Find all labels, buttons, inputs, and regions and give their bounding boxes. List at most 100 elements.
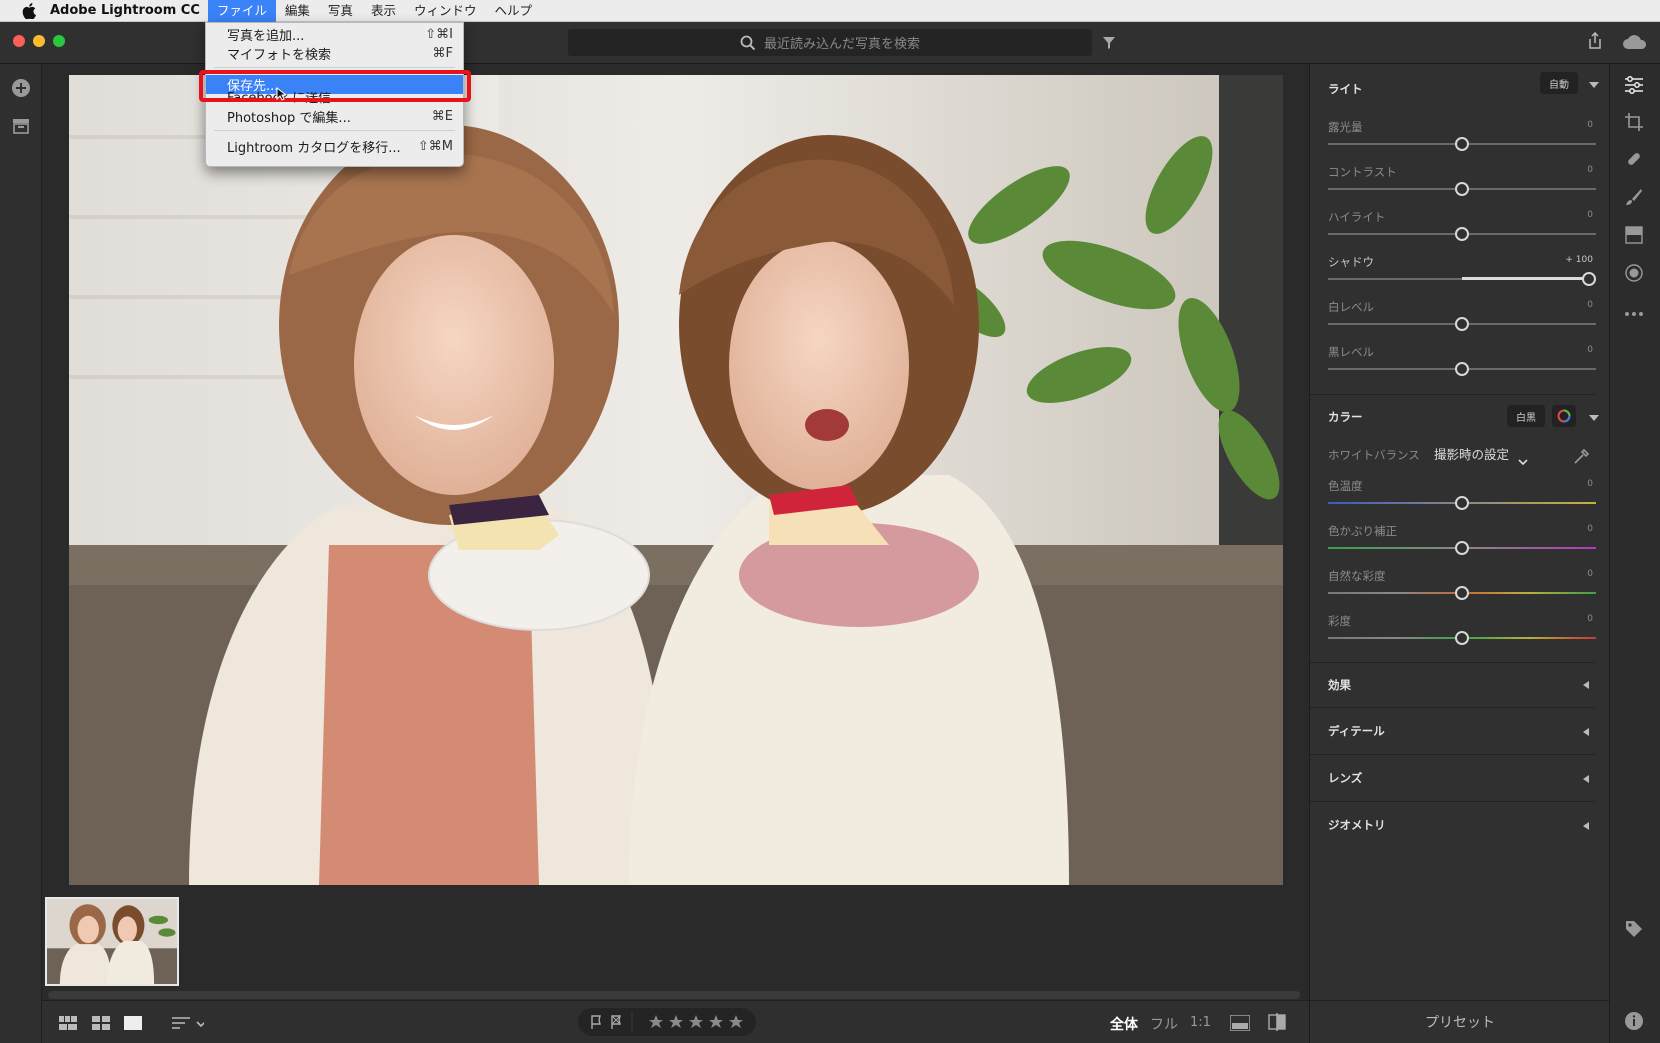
compare-icon[interactable] <box>1268 1013 1286 1035</box>
effects-section-title[interactable]: 効果 <box>1328 677 1351 693</box>
color-section-title[interactable]: カラー <box>1328 409 1363 425</box>
saturation-value: 0 <box>1587 614 1593 624</box>
shadows-slider-knob[interactable] <box>1582 272 1596 286</box>
single-view-icon[interactable] <box>124 1015 142 1034</box>
temperature-slider-knob[interactable] <box>1455 496 1469 510</box>
menu-item-shortcut: ⌘E <box>431 109 453 124</box>
light-section-title[interactable]: ライト <box>1328 81 1363 97</box>
info-icon[interactable] <box>1624 1011 1644 1035</box>
zoom-fill-button[interactable]: フル <box>1150 1014 1178 1034</box>
library-icon[interactable] <box>12 118 30 138</box>
tag-icon[interactable] <box>1625 920 1643 942</box>
temperature-value: 0 <box>1587 479 1593 489</box>
zoom-1to1-button[interactable]: 1:1 <box>1190 1015 1211 1030</box>
effects-expand-icon[interactable] <box>1583 681 1589 689</box>
menu-separator <box>214 130 455 131</box>
highlights-value: 0 <box>1587 210 1593 220</box>
shadows-label: シャドウ <box>1328 255 1374 269</box>
detail-section-title[interactable]: ディテール <box>1328 723 1385 739</box>
brush-icon[interactable] <box>1625 188 1643 210</box>
exposure-slider-knob[interactable] <box>1455 137 1469 151</box>
light-collapse-icon[interactable] <box>1589 82 1599 88</box>
vibrance-value: 0 <box>1587 569 1593 579</box>
white-balance-dropdown[interactable]: 撮影時の設定 <box>1434 444 1509 463</box>
chevron-down-icon[interactable] <box>1518 451 1528 470</box>
filter-icon[interactable] <box>1102 35 1116 54</box>
color-mixer-button[interactable] <box>1552 405 1576 427</box>
highlights-label: ハイライト <box>1328 210 1386 224</box>
menu-file[interactable]: ファイル <box>207 0 276 22</box>
menu-item-label: Photoshop で編集... <box>227 111 351 126</box>
auto-button[interactable]: 自動 <box>1540 72 1578 94</box>
menu-item-shortcut: ⇧⌘M <box>417 139 453 154</box>
add-photos-icon[interactable] <box>11 78 31 102</box>
bw-button[interactable]: 白黒 <box>1507 405 1545 427</box>
eyedropper-icon[interactable] <box>1573 447 1591 469</box>
menu-item-search-photos[interactable]: マイフォトを検索 ⌘F <box>206 44 463 63</box>
menu-item-label: 写真を追加... <box>227 29 305 44</box>
menu-view[interactable]: 表示 <box>362 0 405 22</box>
app-name[interactable]: Adobe Lightroom CC <box>50 3 200 18</box>
blacks-slider-knob[interactable] <box>1455 362 1469 376</box>
contrast-slider-knob[interactable] <box>1455 182 1469 196</box>
filmstrip <box>42 890 1309 1000</box>
whites-label: 白レベル <box>1328 300 1374 314</box>
apple-icon[interactable] <box>18 0 40 22</box>
geometry-section-title[interactable]: ジオメトリ <box>1328 817 1386 833</box>
crop-icon[interactable] <box>1625 113 1643 135</box>
highlight-annotation-box <box>199 70 471 102</box>
photo-thumbnail[interactable] <box>45 897 179 986</box>
whites-slider-knob[interactable] <box>1455 317 1469 331</box>
lens-section-title[interactable]: レンズ <box>1328 770 1362 786</box>
sort-icon[interactable] <box>172 1016 206 1035</box>
lens-expand-icon[interactable] <box>1583 775 1589 783</box>
edit-sliders-icon[interactable] <box>1624 76 1644 98</box>
color-collapse-icon[interactable] <box>1589 415 1599 421</box>
menu-item-add-photos[interactable]: 写真を追加... ⇧⌘I <box>206 25 463 44</box>
vibrance-slider-knob[interactable] <box>1455 586 1469 600</box>
radial-gradient-icon[interactable] <box>1625 264 1643 286</box>
exposure-label: 露光量 <box>1328 120 1363 134</box>
healing-brush-icon[interactable] <box>1625 150 1643 172</box>
square-grid-icon[interactable] <box>59 1015 77 1034</box>
search-icon <box>740 35 764 51</box>
menu-photo[interactable]: 写真 <box>319 0 362 22</box>
main-photo[interactable] <box>69 75 1283 885</box>
menu-window[interactable]: ウィンドウ <box>405 0 486 22</box>
tint-slider-knob[interactable] <box>1455 541 1469 555</box>
zoom-window-button[interactable] <box>53 35 65 47</box>
blacks-label: 黒レベル <box>1328 345 1374 359</box>
presets-button[interactable]: プリセット <box>1310 1012 1610 1032</box>
geometry-expand-icon[interactable] <box>1583 822 1589 830</box>
saturation-label: 彩度 <box>1328 614 1351 628</box>
rating-flag-bar <box>578 1008 756 1036</box>
detail-expand-icon[interactable] <box>1583 728 1589 736</box>
section-divider <box>1310 754 1595 755</box>
menu-help[interactable]: ヘルプ <box>485 0 541 22</box>
section-divider <box>1310 662 1595 663</box>
filmstrip-scrollbar[interactable] <box>48 991 1300 999</box>
cloud-icon[interactable] <box>1622 34 1648 54</box>
minimize-window-button[interactable] <box>33 35 45 47</box>
more-options-icon[interactable] <box>1624 302 1644 321</box>
photo-viewer <box>42 64 1309 1000</box>
search-box[interactable]: 最近読み込んだ写真を検索 <box>568 29 1092 56</box>
menu-item-shortcut: ⌘F <box>432 46 453 61</box>
mouse-cursor-icon <box>276 86 288 105</box>
close-window-button[interactable] <box>13 35 25 47</box>
search-placeholder: 最近読み込んだ写真を検索 <box>763 37 920 52</box>
menu-edit[interactable]: 編集 <box>276 0 319 22</box>
share-icon[interactable] <box>1587 31 1603 54</box>
saturation-slider-knob[interactable] <box>1455 631 1469 645</box>
zoom-fit-button[interactable]: 全体 <box>1110 1014 1138 1034</box>
menu-item-label: Lightroom カタログを移行... <box>227 141 401 156</box>
blacks-value: 0 <box>1587 345 1593 355</box>
whites-value: 0 <box>1587 300 1593 310</box>
white-balance-label: ホワイトバランス <box>1328 448 1420 462</box>
grid-icon[interactable] <box>92 1015 110 1034</box>
menu-item-migrate-catalog[interactable]: Lightroom カタログを移行... ⇧⌘M <box>206 137 463 156</box>
menu-item-edit-photoshop[interactable]: Photoshop で編集... ⌘E <box>206 107 463 126</box>
info-overlay-icon[interactable] <box>1229 1014 1251 1035</box>
linear-gradient-icon[interactable] <box>1625 226 1643 248</box>
highlights-slider-knob[interactable] <box>1455 227 1469 241</box>
